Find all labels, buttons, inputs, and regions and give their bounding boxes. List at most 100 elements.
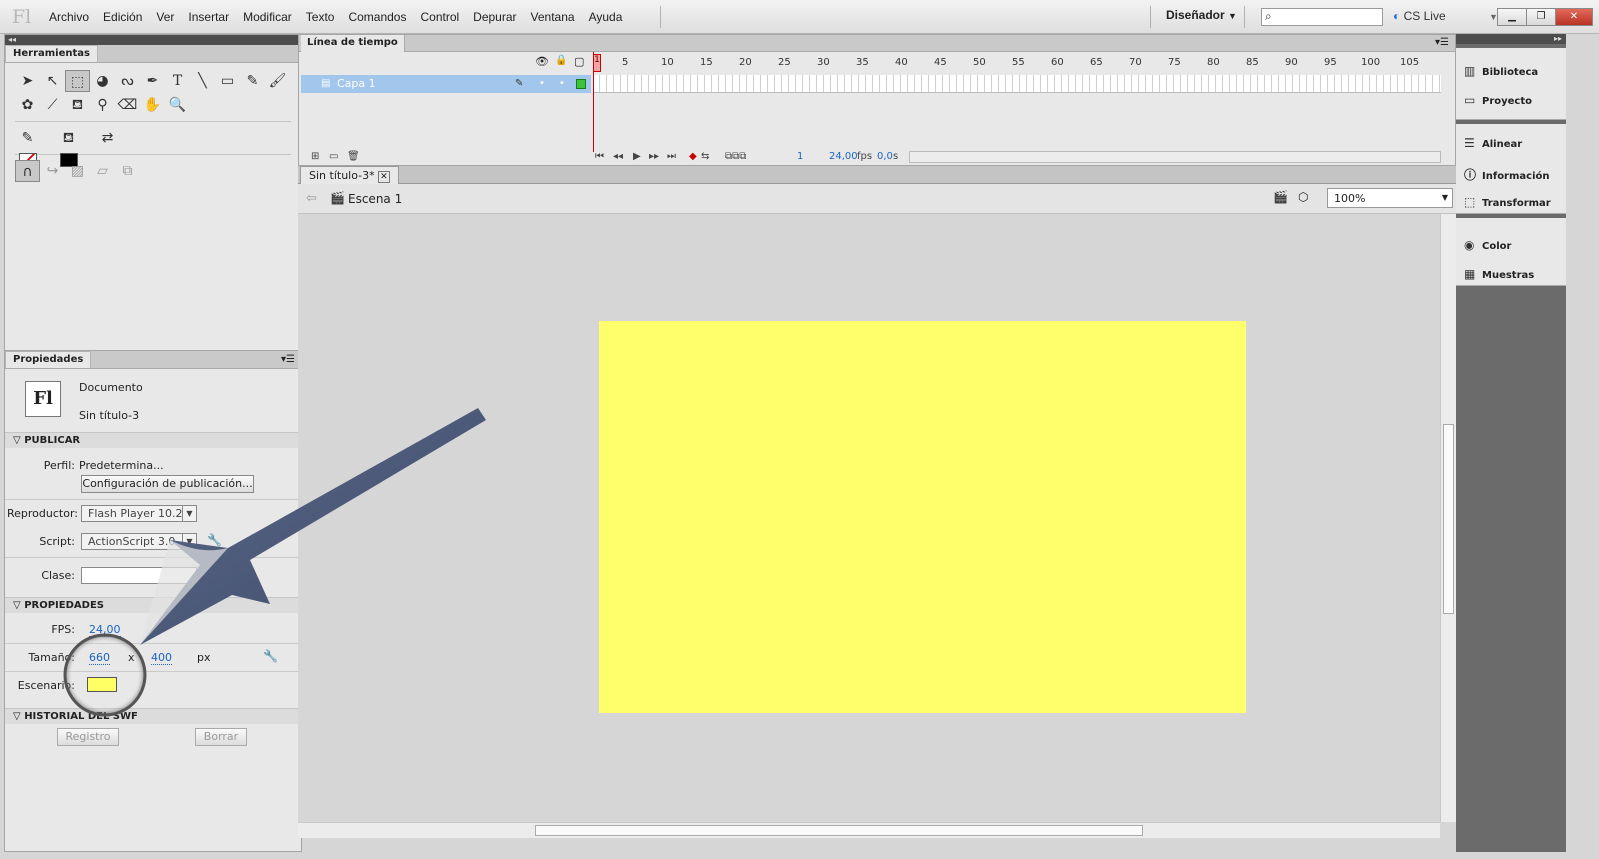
last-frame-icon[interactable]: ⏭ <box>667 151 676 162</box>
swap-colors-icon[interactable]: ⇄ <box>95 127 120 149</box>
menu-ver[interactable]: Ver <box>149 10 181 24</box>
first-frame-icon[interactable]: ⏮ <box>595 151 604 162</box>
hand-tool-icon[interactable]: ✋ <box>140 94 165 116</box>
clear-button[interactable]: Borrar <box>195 728 247 746</box>
dock-item-muestras[interactable]: ▦ Muestras <box>1464 267 1534 281</box>
restore-button[interactable]: ❐ <box>1526 8 1556 26</box>
edit-symbols-icon[interactable]: ⬡ <box>1298 190 1308 204</box>
menu-ayuda[interactable]: Ayuda <box>582 10 630 24</box>
script-settings-wrench-icon[interactable]: 🔧 <box>207 533 222 547</box>
outline-icon[interactable]: ▢ <box>574 55 584 68</box>
eyedropper-tool-icon[interactable]: ⚲ <box>90 94 115 116</box>
cslive-button[interactable]: ◐ CS Live ▼ <box>1393 9 1498 23</box>
snap-magnet-icon[interactable]: ∩ <box>15 160 40 182</box>
panel-collapse-strip[interactable]: ▸▸ <box>1456 34 1566 44</box>
scene-breadcrumb[interactable]: Escena 1 <box>348 192 402 206</box>
paint-bucket-tool-icon[interactable]: ⛾ <box>65 94 90 116</box>
tab-document[interactable]: Sin título-3* ✕ <box>300 166 399 184</box>
previous-frame-icon[interactable]: ◂◂ <box>613 151 623 162</box>
frame-cells[interactable] <box>593 75 1441 93</box>
panel-menu-icon[interactable]: ▾☰ <box>1435 37 1449 48</box>
zoom-select[interactable]: 100% ▼ <box>1327 188 1453 208</box>
layer-row[interactable]: ▤ Capa 1 ✎ • • <box>301 75 591 93</box>
bone-tool-icon[interactable]: ⟋ <box>40 94 65 116</box>
size-settings-wrench-icon[interactable]: 🔧 <box>263 649 278 663</box>
publish-settings-button[interactable]: Configuración de publicación... <box>81 475 254 493</box>
tab-properties[interactable]: Propiedades <box>5 351 92 368</box>
panel-menu-icon[interactable]: ▾☰ <box>281 354 295 365</box>
zoom-tool-icon[interactable]: 🔍 <box>165 94 190 116</box>
visibility-dot-icon[interactable]: • <box>539 75 545 92</box>
menu-comandos[interactable]: Comandos <box>341 10 413 24</box>
3d-rotation-tool-icon[interactable]: ◕ <box>90 70 115 92</box>
menu-ventana[interactable]: Ventana <box>524 10 582 24</box>
lock-icon[interactable]: 🔒 <box>555 55 567 66</box>
dock-item-color[interactable]: ◉ Color <box>1464 238 1511 252</box>
menu-texto[interactable]: Texto <box>299 10 342 24</box>
close-icon[interactable]: ✕ <box>378 171 390 183</box>
play-icon[interactable]: ▶ <box>633 151 641 162</box>
eraser-tool-icon[interactable]: ⌫ <box>115 94 140 116</box>
subselection-tool-icon[interactable]: ↖ <box>40 70 65 92</box>
smooth-icon[interactable]: ↪ <box>40 160 65 182</box>
workspace-switcher[interactable]: Diseñador ▼ <box>1166 8 1237 22</box>
dock-item-transformar[interactable]: ⬚ Transformar <box>1464 195 1551 209</box>
stroke-color-icon[interactable]: ✎ <box>15 127 40 167</box>
menu-modificar[interactable]: Modificar <box>236 10 299 24</box>
log-button[interactable]: Registro <box>57 728 119 746</box>
stage-color-swatch[interactable] <box>87 677 117 692</box>
class-input[interactable] <box>81 567 197 584</box>
fill-color-icon[interactable]: ⛾ <box>56 127 81 167</box>
straighten-icon[interactable]: ▨ <box>65 160 90 182</box>
loop-icon[interactable]: ⇆ <box>701 151 709 162</box>
next-frame-icon[interactable]: ▸▸ <box>649 151 659 162</box>
dock-item-biblioteca[interactable]: ▥ Biblioteca <box>1464 64 1538 78</box>
selection-tool-icon[interactable]: ➤ <box>15 70 40 92</box>
line-tool-icon[interactable]: ╲ <box>190 70 215 92</box>
pencil-tool-icon[interactable]: ✎ <box>240 70 265 92</box>
delete-icon[interactable]: 🗑 <box>347 151 360 162</box>
menu-edicion[interactable]: Edición <box>96 10 149 24</box>
section-swf-history[interactable]: ▽ HISTORIAL DEL SWF <box>5 708 301 724</box>
new-folder-icon[interactable]: ▭ <box>329 151 338 162</box>
menu-archivo[interactable]: Archivo <box>42 10 96 24</box>
player-select[interactable]: Flash Player 10.2 ▼ <box>81 505 197 522</box>
section-properties[interactable]: ▽ PROPIEDADES <box>5 597 301 613</box>
outline-color-icon[interactable] <box>576 79 586 89</box>
timeline-hscroll[interactable] <box>909 151 1441 163</box>
dock-item-informacion[interactable]: ⓘ Información <box>1464 166 1550 183</box>
tab-tools[interactable]: Herramientas <box>5 45 98 62</box>
deco-tool-icon[interactable]: ✿ <box>15 94 40 116</box>
onion-skin-icon[interactable]: ⧉⧉⧉ <box>725 151 746 162</box>
horizontal-scrollbar[interactable] <box>298 822 1440 838</box>
pen-tool-icon[interactable]: ✒ <box>140 70 165 92</box>
eye-icon[interactable]: 👁 <box>535 55 549 68</box>
scrollbar-thumb[interactable] <box>1443 424 1454 614</box>
fps-value[interactable]: 24,00 <box>89 623 121 637</box>
lock-dot-icon[interactable]: • <box>559 75 565 92</box>
panel-collapse-strip[interactable]: ◂◂ <box>5 35 301 45</box>
section-publish[interactable]: ▽ PUBLICAR <box>5 432 301 448</box>
back-arrow-icon[interactable]: ⇦ <box>306 191 317 206</box>
menu-depurar[interactable]: Depurar <box>466 10 523 24</box>
menu-insertar[interactable]: Insertar <box>181 10 236 24</box>
free-transform-tool-icon[interactable]: ⬚ <box>65 70 90 92</box>
frame-ruler[interactable]: 1 5 10 15 20 25 30 35 40 45 50 55 60 65 … <box>593 52 1441 74</box>
height-value[interactable]: 400 <box>151 651 172 665</box>
frame-rate[interactable]: 24,00 <box>829 151 858 162</box>
stage[interactable] <box>599 321 1246 713</box>
center-frame-icon[interactable]: ◆ <box>689 151 697 162</box>
text-tool-icon[interactable]: T <box>165 70 190 92</box>
scrollbar-thumb[interactable] <box>535 825 1143 836</box>
playhead[interactable]: 1 <box>593 52 601 152</box>
vertical-scrollbar[interactable] <box>1440 214 1456 822</box>
new-layer-icon[interactable]: ⊞ <box>311 151 319 162</box>
width-value[interactable]: 660 <box>89 651 110 665</box>
brush-tool-icon[interactable]: 🖌 <box>265 70 290 92</box>
lasso-tool-icon[interactable]: ᔓ <box>115 70 140 92</box>
minimize-button[interactable]: ▁ <box>1497 8 1527 26</box>
close-button[interactable]: ✕ <box>1555 8 1593 26</box>
scale-icon[interactable]: ⧉ <box>115 160 140 182</box>
rectangle-tool-icon[interactable]: ▭ <box>215 70 240 92</box>
edit-scene-icon[interactable]: 🎬 <box>1273 190 1288 204</box>
